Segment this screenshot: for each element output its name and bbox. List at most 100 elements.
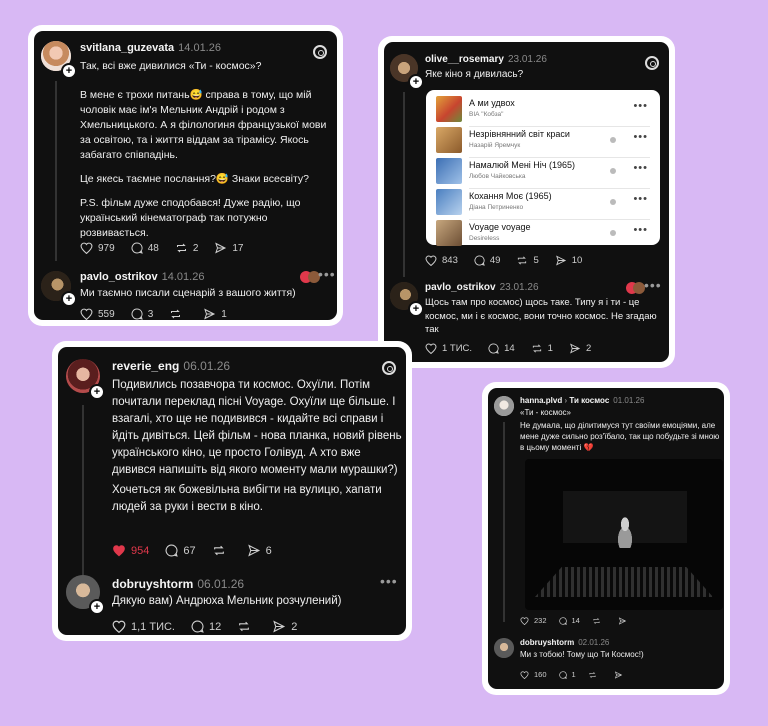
reply-username[interactable]: pavlo_ostrikov 14.01.26 xyxy=(80,271,204,283)
playlist-track[interactable]: Кохання Моє (1965) Діана Петриненко ••• xyxy=(436,189,650,220)
track-more-button[interactable]: ••• xyxy=(633,131,648,143)
share-icon xyxy=(247,544,260,557)
comment-button[interactable]: 14 xyxy=(488,343,515,354)
repost-button[interactable] xyxy=(212,544,231,557)
comment-button[interactable]: 48 xyxy=(131,242,159,254)
username[interactable]: hanna.plvd › Ти космос 01.01.26 xyxy=(520,396,644,405)
comment-button[interactable]: 1 xyxy=(558,670,576,679)
post-quote: «Ти - космос» xyxy=(520,408,571,417)
comment-button[interactable]: 49 xyxy=(474,255,500,266)
heart-icon xyxy=(425,255,437,266)
repost-button[interactable] xyxy=(592,617,606,625)
follow-plus-icon[interactable]: + xyxy=(408,301,424,317)
playlist-embed[interactable]: А ми удвох ВІА "Кобза" ••• Незрівнянний … xyxy=(426,90,660,246)
heart-icon xyxy=(520,670,529,679)
more-options-button[interactable]: ••• xyxy=(318,266,336,282)
follow-plus-icon[interactable]: + xyxy=(61,291,77,307)
playlist-track[interactable]: Voyage voyage Desireless ••• xyxy=(436,220,650,250)
comment-button[interactable]: 14 xyxy=(558,616,580,625)
post-title: Так, всі вже дивилися «Ти - космос»? xyxy=(80,60,262,72)
post-actions: 232 14 xyxy=(520,616,648,625)
heart-icon xyxy=(80,308,93,320)
follow-plus-icon[interactable]: + xyxy=(89,599,105,615)
repost-button[interactable]: 2 xyxy=(175,242,198,254)
card-body: + svitlana_guzevata 14.01.26 Так, всі вже… xyxy=(34,31,337,320)
reply-username-text[interactable]: pavlo_ostrikov xyxy=(425,282,496,293)
username[interactable]: reverie_eng 06.01.26 xyxy=(112,359,230,373)
share-button[interactable]: 2 xyxy=(569,343,591,354)
avatar[interactable] xyxy=(494,396,514,416)
repost-icon xyxy=(239,621,250,632)
like-button[interactable]: 559 xyxy=(80,308,115,320)
repost-button[interactable]: 1 xyxy=(531,343,553,354)
reply-text: Щось там про космос) щось таке. Типу я і… xyxy=(425,297,657,335)
repost-button[interactable] xyxy=(237,620,256,633)
reply-username[interactable]: dobruyshtorm 06.01.26 xyxy=(112,577,244,591)
repost-button[interactable]: 5 xyxy=(516,255,539,266)
reply-username[interactable]: dobruyshtorm 02.01.26 xyxy=(520,638,609,647)
playlist-track[interactable]: Незрівнянний світ краси Назарій Яремчук … xyxy=(436,127,650,158)
username-text[interactable]: svitlana_guzevata xyxy=(80,42,174,54)
playlist-track[interactable]: Намалюй Мені Ніч (1965) Любов Чайковська… xyxy=(436,158,650,189)
comment-button[interactable]: 3 xyxy=(131,308,153,320)
share-button[interactable]: 6 xyxy=(247,544,272,557)
topic-tag[interactable]: Ти космос xyxy=(569,396,609,405)
like-button[interactable]: 843 xyxy=(425,255,458,266)
like-button[interactable]: 954 xyxy=(112,544,149,557)
like-button[interactable]: 1,1 ТИС. xyxy=(112,620,175,633)
track-more-button[interactable]: ••• xyxy=(633,193,648,205)
username-text[interactable]: hanna.plvd xyxy=(520,396,562,405)
comment-button[interactable]: 12 xyxy=(191,620,221,633)
follow-plus-icon[interactable]: + xyxy=(408,74,424,90)
track-artist: Назарій Яремчук xyxy=(469,142,521,149)
post-actions: 979 48 2 17 xyxy=(80,242,260,254)
reply-username-text[interactable]: pavlo_ostrikov xyxy=(80,271,158,283)
comment-icon xyxy=(558,670,567,679)
like-button[interactable]: 1 ТИС. xyxy=(425,343,472,354)
follow-plus-icon[interactable]: + xyxy=(61,63,77,79)
reply-username[interactable]: pavlo_ostrikov 23.01.26 xyxy=(425,282,539,293)
username-text[interactable]: olive__rosemary xyxy=(425,54,504,65)
share-icon xyxy=(204,308,216,320)
share-button[interactable] xyxy=(618,616,632,625)
reply-text: Ми таємно писали сценарій з вашого життя… xyxy=(80,287,296,299)
share-button[interactable]: 10 xyxy=(555,255,582,266)
track-more-button[interactable]: ••• xyxy=(633,224,648,236)
repost-button[interactable] xyxy=(169,308,187,320)
follow-plus-icon[interactable]: + xyxy=(89,384,105,400)
video-thumbnail[interactable] xyxy=(525,459,723,610)
comment-count: 67 xyxy=(183,544,196,557)
repost-icon xyxy=(589,671,596,678)
like-button[interactable]: 979 xyxy=(80,242,115,254)
username[interactable]: olive__rosemary 23.01.26 xyxy=(425,54,547,65)
playlist-track[interactable]: А ми удвох ВІА "Кобза" ••• xyxy=(436,96,650,127)
post-paragraph-3: P.S. фільм дуже сподобався! Дуже радію, … xyxy=(80,197,301,239)
share-button[interactable] xyxy=(614,670,628,679)
username[interactable]: svitlana_guzevata 14.01.26 xyxy=(80,42,221,54)
like-count: 1,1 ТИС. xyxy=(131,620,175,633)
reply-username-text[interactable]: dobruyshtorm xyxy=(112,577,193,591)
reply-avatar[interactable] xyxy=(494,638,514,658)
more-options-button[interactable]: ••• xyxy=(380,573,398,589)
post-card-reverie: + reverie_eng 06.01.26 Подивились позавчо… xyxy=(52,341,412,641)
more-options-button[interactable]: ••• xyxy=(644,277,662,293)
album-cover xyxy=(436,96,462,122)
comment-icon xyxy=(131,308,143,320)
username-text[interactable]: reverie_eng xyxy=(112,359,179,373)
like-count: 559 xyxy=(98,308,115,320)
repost-button[interactable] xyxy=(588,671,602,679)
comment-icon xyxy=(165,544,179,557)
post-card-olive: + olive__rosemary 23.01.26 Яке кіно я див… xyxy=(378,36,675,368)
reply-username-text[interactable]: dobruyshtorm xyxy=(520,638,574,647)
like-button[interactable]: 160 xyxy=(520,670,547,679)
post-paragraph-1: Подивились позавчора ти космос. Охуїли. … xyxy=(112,379,402,476)
share-button[interactable]: 2 xyxy=(272,620,297,633)
share-button[interactable]: 1 xyxy=(203,308,227,320)
track-more-button[interactable]: ••• xyxy=(633,162,648,174)
comment-icon xyxy=(558,616,567,625)
post-text: Так, всі вже дивилися «Ти - космос»? В м… xyxy=(80,59,335,250)
track-more-button[interactable]: ••• xyxy=(633,100,648,112)
share-button[interactable]: 17 xyxy=(214,242,244,254)
comment-button[interactable]: 67 xyxy=(165,544,196,557)
like-button[interactable]: 232 xyxy=(520,616,547,625)
